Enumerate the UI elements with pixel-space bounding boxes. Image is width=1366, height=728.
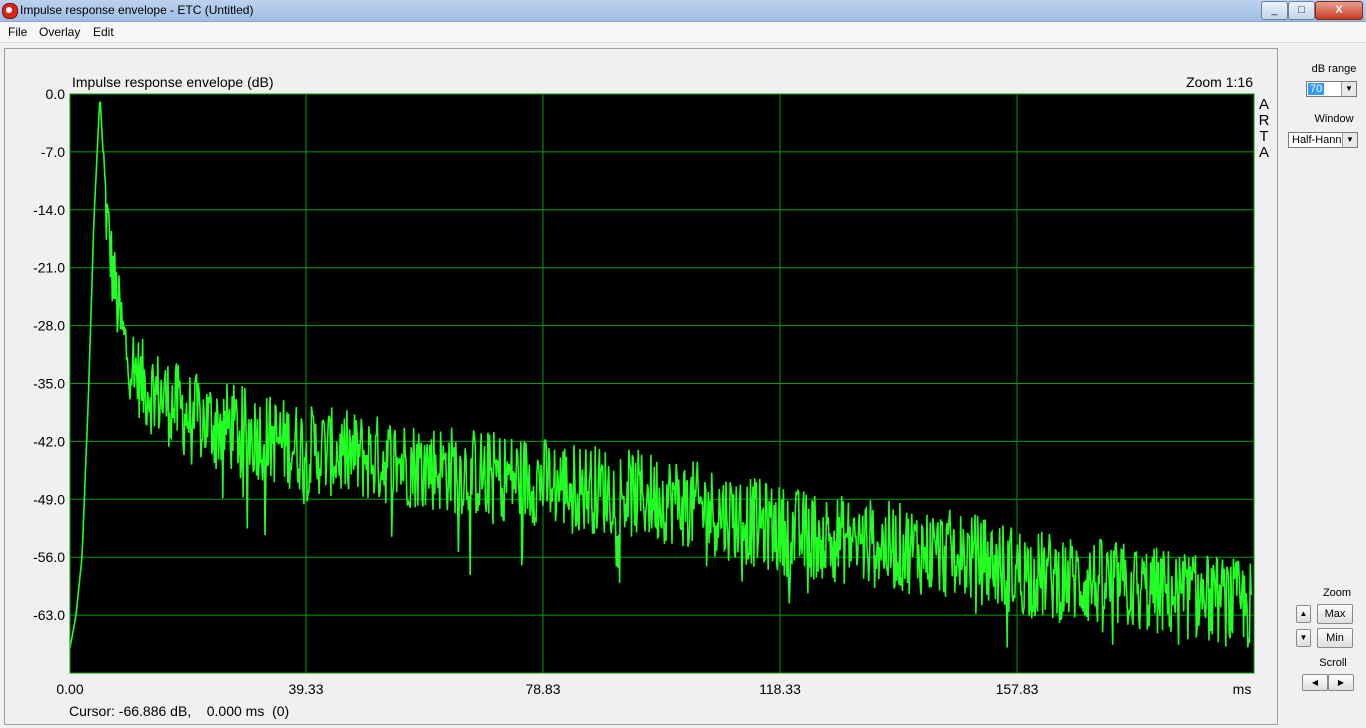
plot-title: Impulse response envelope (dB) xyxy=(72,74,274,90)
window-value: Half-Hann xyxy=(1292,134,1342,146)
y-tick-label: -28.0 xyxy=(33,318,65,334)
cursor-readout: Cursor: -66.886 dB, 0.000 ms (0) xyxy=(69,703,289,719)
x-tick-label: 39.33 xyxy=(288,681,323,697)
arta-logo-letter: A xyxy=(1259,144,1269,161)
menu-bar: File Overlay Edit xyxy=(0,22,1366,43)
y-tick-label: -7.0 xyxy=(41,144,65,160)
scroll-label: Scroll xyxy=(1319,657,1347,669)
zoom-up-button[interactable]: ▲ xyxy=(1296,605,1311,623)
x-tick-label: 118.33 xyxy=(759,681,801,697)
window-label: Window xyxy=(1314,113,1354,125)
zoom-ratio-label: Zoom 1:16 xyxy=(1186,74,1253,90)
dropdown-arrow-icon[interactable]: ▼ xyxy=(1341,82,1356,96)
minimize-button[interactable]: _ xyxy=(1261,1,1288,20)
y-tick-label: -35.0 xyxy=(33,376,65,392)
dropdown-arrow-icon[interactable]: ▼ xyxy=(1342,133,1357,147)
zoom-min-button[interactable]: Min xyxy=(1317,628,1353,648)
db-range-select[interactable]: 70 ▼ xyxy=(1306,81,1357,97)
y-tick-label: -42.0 xyxy=(33,433,65,449)
y-tick-label: -49.0 xyxy=(33,491,65,507)
y-tick-label: -56.0 xyxy=(33,549,65,565)
title-bar: Impulse response envelope - ETC (Untitle… xyxy=(0,0,1366,22)
zoom-down-button[interactable]: ▼ xyxy=(1296,629,1311,647)
window-select[interactable]: Half-Hann ▼ xyxy=(1288,132,1358,148)
db-range-label: dB range xyxy=(1311,63,1357,75)
menu-overlay[interactable]: Overlay xyxy=(39,25,80,39)
menu-file[interactable]: File xyxy=(8,25,27,39)
arta-logo-letter: R xyxy=(1259,112,1270,129)
close-button[interactable]: X xyxy=(1315,1,1363,20)
arta-app-icon[interactable] xyxy=(2,3,18,19)
x-tick-label: 157.83 xyxy=(996,681,1039,697)
y-tick-label: -63.0 xyxy=(33,607,65,623)
zoom-label: Zoom xyxy=(1322,587,1352,599)
arta-logo-letter: A xyxy=(1259,96,1269,113)
scroll-right-button[interactable]: ▶ xyxy=(1328,674,1354,691)
y-tick-label: -21.0 xyxy=(33,260,65,276)
y-tick-label: -14.0 xyxy=(33,202,65,218)
arta-logo-letter: T xyxy=(1259,128,1268,145)
etc-plot[interactable]: Impulse response envelope (dB) Zoom 1:16… xyxy=(5,49,1277,724)
x-tick-label: 0.00 xyxy=(56,681,83,697)
window-title: Impulse response envelope - ETC (Untitle… xyxy=(20,3,254,17)
y-tick-label: 0.0 xyxy=(46,86,66,102)
db-range-value: 70 xyxy=(1308,83,1325,95)
plot-frame: Impulse response envelope (dB) Zoom 1:16… xyxy=(4,48,1278,725)
maximize-button[interactable]: □ xyxy=(1288,1,1315,20)
menu-edit[interactable]: Edit xyxy=(93,25,114,39)
scroll-left-button[interactable]: ◀ xyxy=(1302,674,1328,691)
zoom-max-button[interactable]: Max xyxy=(1317,604,1353,624)
x-unit-label: ms xyxy=(1233,681,1252,697)
x-tick-label: 78.83 xyxy=(525,681,560,697)
